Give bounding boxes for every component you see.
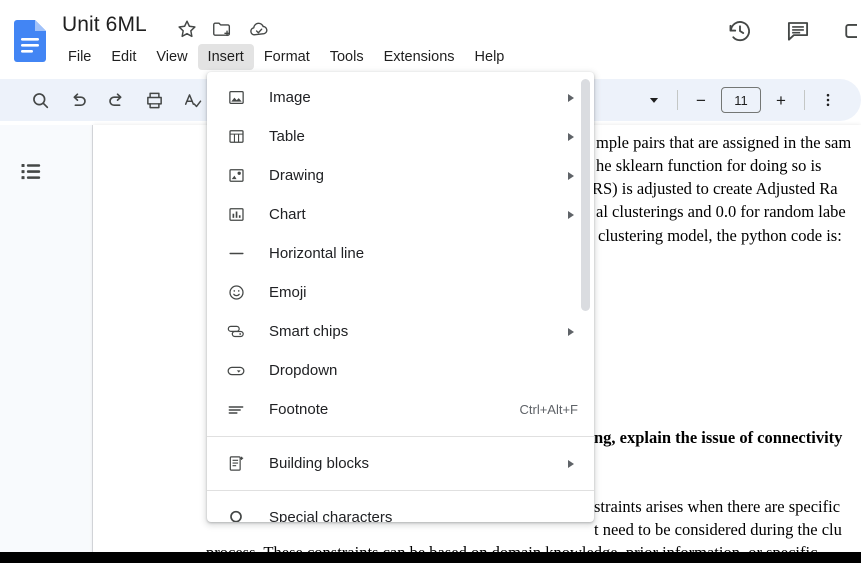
drawing-icon — [225, 165, 247, 187]
menu-item-label: Footnote — [269, 401, 328, 418]
image-icon — [225, 87, 247, 109]
cloud-saved-icon[interactable] — [248, 18, 270, 40]
caret-down-icon[interactable] — [643, 88, 665, 112]
menu-format[interactable]: Format — [254, 44, 320, 70]
menu-item-smart-chips[interactable]: Smart chips — [207, 312, 594, 351]
menu-separator-2 — [207, 490, 594, 491]
print-icon[interactable] — [142, 88, 166, 112]
bottom-black-bar — [0, 552, 861, 563]
document-line: ng, explain the issue of connectivity — [594, 427, 842, 448]
menu-item-drawing[interactable]: Drawing — [207, 156, 594, 195]
menu-file[interactable]: File — [58, 44, 101, 70]
smart-chips-icon — [225, 321, 247, 343]
more-options-icon[interactable] — [817, 88, 839, 112]
insert-menu-panel[interactable]: Image Table Drawing — [207, 72, 594, 522]
menu-item-label: Emoji — [269, 284, 307, 301]
top-bar: Unit 6ML File Edit View Insert Format — [0, 0, 861, 75]
document-line: he sklearn function for doing so is — [596, 155, 821, 176]
menu-item-dropdown[interactable]: Dropdown — [207, 351, 594, 390]
decrease-font-size-button[interactable]: − — [690, 88, 712, 112]
document-line: RS) is adjusted to create Adjusted Ra — [592, 178, 838, 199]
menu-item-label: Smart chips — [269, 323, 348, 340]
menu-view[interactable]: View — [146, 44, 197, 70]
menu-item-shortcut: Ctrl+Alt+F — [519, 402, 578, 417]
emoji-icon — [225, 282, 247, 304]
menu-bar: File Edit View Insert Format Tools Exten… — [58, 44, 514, 70]
submenu-arrow-icon — [568, 328, 574, 336]
increase-font-size-button[interactable]: + — [770, 88, 792, 112]
table-icon — [225, 126, 247, 148]
menu-item-building-blocks[interactable]: Building blocks — [207, 444, 594, 483]
menu-item-label: Dropdown — [269, 362, 337, 379]
menu-item-emoji[interactable]: Emoji — [207, 273, 594, 312]
menu-item-label: Table — [269, 128, 305, 145]
search-icon[interactable] — [28, 88, 52, 112]
undo-icon[interactable] — [66, 88, 90, 112]
redo-icon[interactable] — [104, 88, 128, 112]
menu-scrollbar-thumb[interactable] — [581, 79, 590, 311]
document-line: straints arises when there are specific — [594, 496, 840, 517]
menu-item-label: Chart — [269, 206, 306, 223]
submenu-arrow-icon — [568, 211, 574, 219]
menu-separator — [207, 436, 594, 437]
top-right-actions — [727, 18, 861, 44]
submenu-arrow-icon — [568, 133, 574, 141]
version-history-icon[interactable] — [727, 18, 753, 44]
submenu-arrow-icon — [568, 460, 574, 468]
toolbar-left-group — [28, 88, 204, 112]
menu-scrollbar[interactable] — [581, 76, 590, 518]
document-outline-icon[interactable] — [18, 157, 46, 185]
special-characters-icon — [225, 507, 247, 523]
menu-item-special-characters[interactable]: Special characters — [207, 498, 594, 522]
menu-edit[interactable]: Edit — [101, 44, 146, 70]
menu-extensions[interactable]: Extensions — [374, 44, 465, 70]
submenu-arrow-icon — [568, 94, 574, 102]
menu-item-table[interactable]: Table — [207, 117, 594, 156]
footnote-icon — [225, 399, 247, 421]
menu-item-chart[interactable]: Chart — [207, 195, 594, 234]
google-docs-window: Unit 6ML File Edit View Insert Format — [0, 0, 861, 563]
menu-item-label: Special characters — [269, 509, 392, 522]
building-blocks-icon — [225, 453, 247, 475]
document-line: clustering model, the python code is: — [598, 225, 842, 246]
toolbar-divider-2 — [804, 90, 805, 110]
comment-icon[interactable] — [785, 18, 811, 44]
toolbar-divider — [677, 90, 678, 110]
menu-item-label: Building blocks — [269, 455, 369, 472]
menu-help[interactable]: Help — [465, 44, 515, 70]
spellcheck-icon[interactable] — [180, 88, 204, 112]
toolbar-right-group: − 11 + — [643, 87, 839, 113]
star-icon[interactable] — [176, 18, 198, 40]
google-docs-logo[interactable] — [14, 20, 46, 62]
chart-icon — [225, 204, 247, 226]
document-line: t need to be considered during the clu — [594, 519, 842, 540]
dropdown-icon — [225, 360, 247, 382]
menu-item-label: Image — [269, 89, 311, 106]
document-line: mple pairs that are assigned in the sam — [596, 132, 851, 153]
document-title[interactable]: Unit 6ML — [62, 13, 147, 37]
menu-item-footnote[interactable]: Footnote Ctrl+Alt+F — [207, 390, 594, 429]
menu-item-horizontal-line[interactable]: Horizontal line — [207, 234, 594, 273]
move-to-folder-icon[interactable] — [211, 18, 233, 40]
menu-item-label: Horizontal line — [269, 245, 364, 262]
font-size-input[interactable]: 11 — [721, 87, 761, 113]
document-line: al clusterings and 0.0 for random labe — [596, 201, 846, 222]
menu-item-image[interactable]: Image — [207, 78, 594, 117]
menu-tools[interactable]: Tools — [320, 44, 374, 70]
menu-item-label: Drawing — [269, 167, 324, 184]
video-call-icon[interactable] — [843, 18, 857, 44]
horizontal-line-icon — [225, 243, 247, 265]
menu-insert[interactable]: Insert — [198, 44, 254, 70]
submenu-arrow-icon — [568, 172, 574, 180]
